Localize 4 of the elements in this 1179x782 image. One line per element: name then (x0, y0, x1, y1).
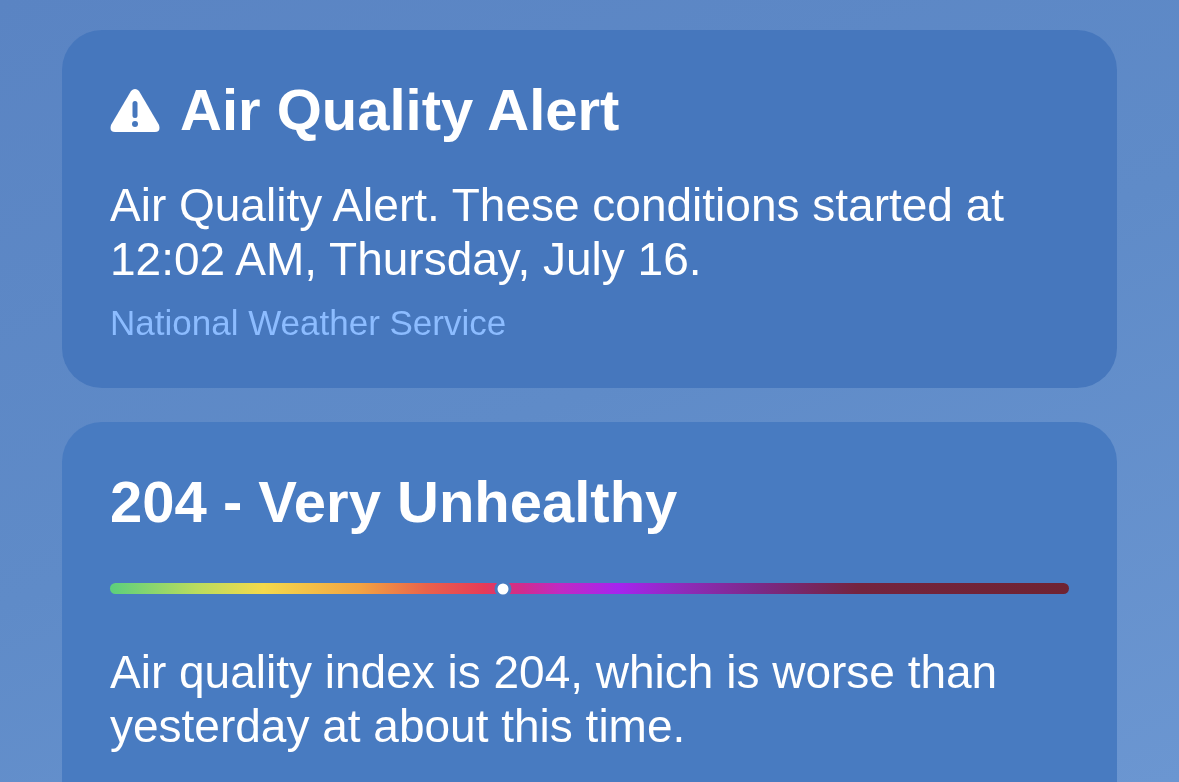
alert-description: Air Quality Alert. These conditions started at 12:02 AM, Thursday, July 16. (110, 178, 1006, 286)
aqi-summary: Air quality index is 204, which is worse than yesterday at about this time. (110, 645, 999, 753)
alert-source: National Weather Service (110, 302, 508, 344)
warning-icon (110, 88, 160, 132)
